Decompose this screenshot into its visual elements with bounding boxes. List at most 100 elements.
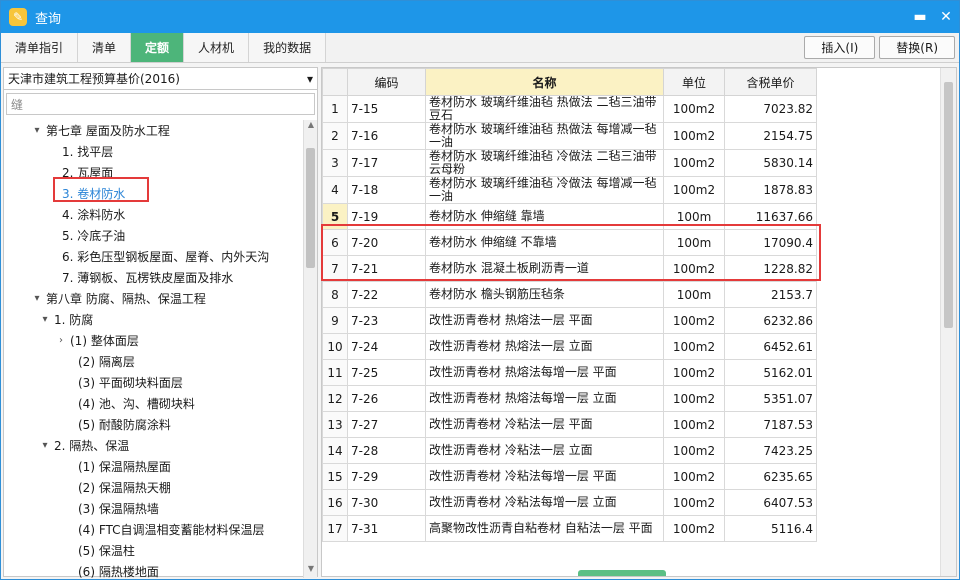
- tree-item[interactable]: › (1) 整体面层: [4, 330, 304, 351]
- table-row[interactable]: 3 7-17 卷材防水 玻璃纤维油毡 冷做法 二毡三油带云母粉 100m2 5830.1…: [322, 149, 817, 177]
- replace-button[interactable]: 替换(R): [879, 36, 955, 59]
- tree-item[interactable]: (5) 耐酸防腐涂料: [4, 414, 304, 435]
- table-scroll-thumb[interactable]: [944, 82, 953, 328]
- tree-item[interactable]: 2. 瓦屋面: [4, 162, 304, 183]
- chevron-icon[interactable]: ›: [54, 335, 68, 346]
- query-window: ✎ 查询 ▬ ✕ 清单指引 清单 定额 人材机 我的数据 插入(I) 替换(R)…: [0, 0, 960, 580]
- tree-item[interactable]: ▾ 第八章 防腐、隔热、保温工程: [4, 288, 304, 309]
- panel-resize-grip[interactable]: [578, 570, 666, 576]
- row-price: 2154.75: [724, 122, 817, 150]
- table-row[interactable]: 17 7-31 高聚物改性沥青自粘卷材 自粘法一层 平面 100m2 5116.4: [322, 515, 817, 542]
- scroll-down-icon[interactable]: ▼: [304, 564, 318, 578]
- table-row[interactable]: 1 7-15 卷材防水 玻璃纤维油毡 热做法 二毡三油带豆石 100m2 7023.82: [322, 95, 817, 123]
- chevron-icon[interactable]: ▾: [38, 314, 52, 325]
- tab-list[interactable]: 清单: [78, 33, 132, 62]
- tree-item[interactable]: ▾ 2. 隔热、保温: [4, 435, 304, 456]
- tab-bar: 清单指引 清单 定额 人材机 我的数据 插入(I) 替换(R): [1, 33, 959, 63]
- table-row[interactable]: 16 7-30 改性沥青卷材 冷粘法每增一层 立面 100m2 6407.53: [322, 489, 817, 516]
- table-row[interactable]: 4 7-18 卷材防水 玻璃纤维油毡 冷做法 每增减一毡一油 100m2 1878.83: [322, 176, 817, 204]
- close-button[interactable]: ✕: [933, 1, 959, 33]
- tree-item[interactable]: (3) 保温隔热墙: [4, 498, 304, 519]
- library-select-value: 天津市建筑工程预算基价(2016): [8, 72, 180, 86]
- row-unit: 100m2: [663, 411, 725, 438]
- search-input[interactable]: 缝: [6, 93, 315, 115]
- tree-item-label: (5) 保温柱: [78, 544, 135, 558]
- row-price: 7023.82: [724, 95, 817, 123]
- row-price: 6407.53: [724, 489, 817, 516]
- chevron-icon[interactable]: ▾: [30, 125, 44, 136]
- tree-item[interactable]: (2) 保温隔热天棚: [4, 477, 304, 498]
- row-code: 7-24: [347, 333, 426, 360]
- table-row[interactable]: 12 7-26 改性沥青卷材 热熔法每增一层 立面 100m2 5351.07: [322, 385, 817, 412]
- tree-item-label: 第七章 屋面及防水工程: [46, 124, 170, 138]
- table-row[interactable]: 2 7-16 卷材防水 玻璃纤维油毡 热做法 每增减一毡一油 100m2 2154.75: [322, 122, 817, 150]
- table-body: 1 7-15 卷材防水 玻璃纤维油毡 热做法 二毡三油带豆石 100m2 7023.82…: [322, 95, 817, 542]
- table-row[interactable]: 5 7-19 卷材防水 伸缩缝 靠墙 100m 11637.66: [322, 203, 817, 230]
- tree-item-label: 6. 彩色压型钢板屋面、屋脊、内外天沟: [62, 250, 270, 264]
- tree-scrollbar[interactable]: ▲ ▼: [303, 120, 317, 578]
- tree-item[interactable]: (6) 隔热楼地面: [4, 561, 304, 578]
- tab-my-data[interactable]: 我的数据: [249, 33, 327, 62]
- library-select[interactable]: 天津市建筑工程预算基价(2016) ▾: [4, 68, 317, 90]
- tree-item-label: 1. 防腐: [54, 313, 94, 327]
- row-unit: 100m2: [663, 437, 725, 464]
- row-name: 卷材防水 混凝土板刷沥青一道: [425, 255, 664, 282]
- tab-quota[interactable]: 定额: [131, 33, 185, 62]
- table-row[interactable]: 10 7-24 改性沥青卷材 热熔法一层 立面 100m2 6452.61: [322, 333, 817, 360]
- table-scrollbar[interactable]: [940, 68, 956, 576]
- tree-item[interactable]: (1) 保温隔热屋面: [4, 456, 304, 477]
- tree-item[interactable]: (4) 池、沟、槽砌块料: [4, 393, 304, 414]
- row-name: 卷材防水 伸缩缝 靠墙: [425, 203, 664, 230]
- header-price[interactable]: 含税单价: [724, 68, 817, 96]
- row-name: 改性沥青卷材 冷粘法一层 平面: [425, 411, 664, 438]
- row-unit: 100m2: [663, 385, 725, 412]
- row-code: 7-26: [347, 385, 426, 412]
- tree-item[interactable]: ▾ 1. 防腐: [4, 309, 304, 330]
- row-name: 改性沥青卷材 热熔法一层 立面: [425, 333, 664, 360]
- row-code: 7-31: [347, 515, 426, 542]
- table-row[interactable]: 7 7-21 卷材防水 混凝土板刷沥青一道 100m2 1228.82: [322, 255, 817, 282]
- header-code[interactable]: 编码: [347, 68, 426, 96]
- row-index: 16: [322, 489, 348, 516]
- row-price: 11637.66: [724, 203, 817, 230]
- tree-item[interactable]: 7. 薄钢板、瓦楞铁皮屋面及排水: [4, 267, 304, 288]
- row-code: 7-16: [347, 122, 426, 150]
- tree-item[interactable]: 6. 彩色压型钢板屋面、屋脊、内外天沟: [4, 246, 304, 267]
- header-unit[interactable]: 单位: [663, 68, 725, 96]
- table-row[interactable]: 8 7-22 卷材防水 檐头钢筋压毡条 100m 2153.7: [322, 281, 817, 308]
- row-index: 15: [322, 463, 348, 490]
- table-row[interactable]: 9 7-23 改性沥青卷材 热熔法一层 平面 100m2 6232.86: [322, 307, 817, 334]
- insert-button[interactable]: 插入(I): [804, 36, 876, 59]
- tree-item-label: (3) 保温隔热墙: [78, 502, 159, 516]
- tree-item[interactable]: 4. 涂料防水: [4, 204, 304, 225]
- tree-item[interactable]: 5. 冷底子油: [4, 225, 304, 246]
- row-price: 1878.83: [724, 176, 817, 204]
- tree-item-label: (2) 隔离层: [78, 355, 135, 369]
- minimize-button[interactable]: ▬: [907, 1, 933, 33]
- tree-item[interactable]: (3) 平面砌块料面层: [4, 372, 304, 393]
- tree-item[interactable]: 3. 卷材防水: [4, 183, 304, 204]
- tree-item[interactable]: ▾ 第七章 屋面及防水工程: [4, 120, 304, 141]
- table-row[interactable]: 11 7-25 改性沥青卷材 热熔法每增一层 平面 100m2 5162.01: [322, 359, 817, 386]
- row-unit: 100m: [663, 229, 725, 256]
- table-row[interactable]: 15 7-29 改性沥青卷材 冷粘法每增一层 平面 100m2 6235.65: [322, 463, 817, 490]
- tab-labor-material-machine[interactable]: 人材机: [184, 33, 250, 62]
- row-code: 7-23: [347, 307, 426, 334]
- chevron-icon[interactable]: ▾: [30, 293, 44, 304]
- tab-list-guide[interactable]: 清单指引: [1, 33, 79, 62]
- tree-item[interactable]: (2) 隔离层: [4, 351, 304, 372]
- row-unit: 100m2: [663, 489, 725, 516]
- table-row[interactable]: 14 7-28 改性沥青卷材 冷粘法一层 立面 100m2 7423.25: [322, 437, 817, 464]
- table-row[interactable]: 13 7-27 改性沥青卷材 冷粘法一层 平面 100m2 7187.53: [322, 411, 817, 438]
- tree-item[interactable]: (4) FTC自调温相变蓄能材料保温层: [4, 519, 304, 540]
- tree-item[interactable]: 1. 找平层: [4, 141, 304, 162]
- scroll-up-icon[interactable]: ▲: [304, 120, 318, 134]
- row-code: 7-19: [347, 203, 426, 230]
- row-unit: 100m2: [663, 149, 725, 177]
- chevron-icon[interactable]: ▾: [38, 440, 52, 451]
- tree-scroll-thumb[interactable]: [306, 148, 315, 268]
- header-name[interactable]: 名称: [425, 68, 664, 96]
- table-row[interactable]: 6 7-20 卷材防水 伸缩缝 不靠墙 100m 17090.4: [322, 229, 817, 256]
- tree-item[interactable]: (5) 保温柱: [4, 540, 304, 561]
- row-code: 7-18: [347, 176, 426, 204]
